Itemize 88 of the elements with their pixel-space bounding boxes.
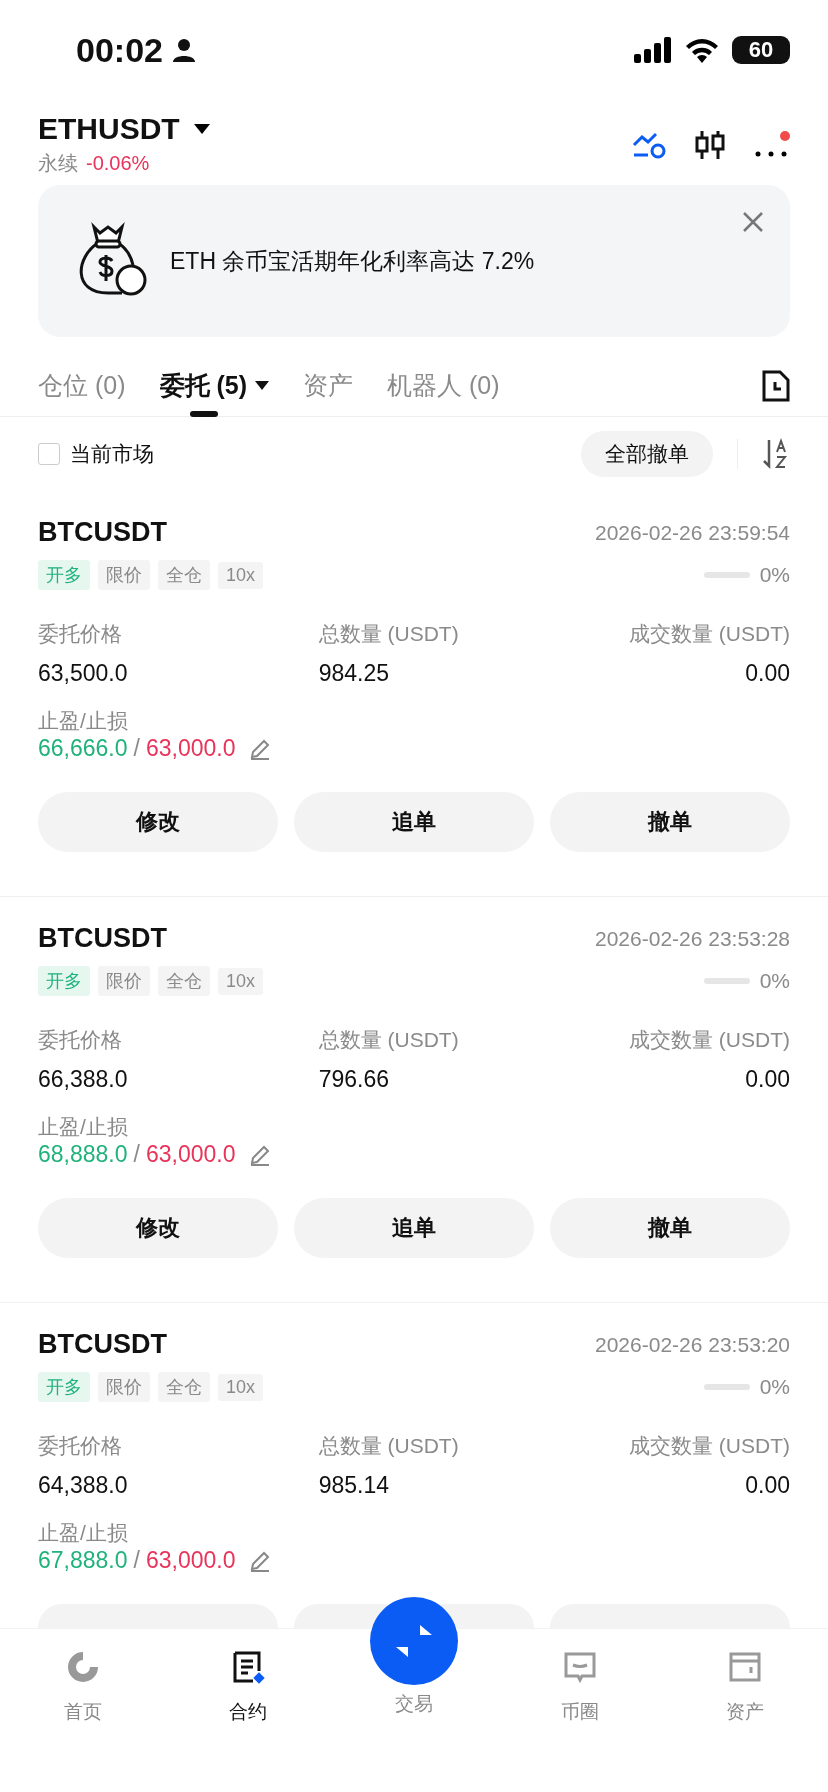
order-symbol: BTCUSDT xyxy=(38,517,167,548)
more-icon[interactable] xyxy=(755,151,787,156)
order-time: 2026-02-26 23:59:54 xyxy=(595,520,790,545)
take-profit-value: 66,666.0 xyxy=(38,735,128,762)
order-tag: 开多 xyxy=(38,966,90,996)
close-icon[interactable] xyxy=(742,211,764,233)
order-tag: 限价 xyxy=(98,560,150,590)
field-value: 0.00 xyxy=(744,660,790,687)
field-label: 成交数量 (USDT) xyxy=(628,1433,790,1459)
promo-text: ETH 余币宝活期年化利率高达 7.2% xyxy=(170,246,535,276)
trend-icon[interactable] xyxy=(632,130,666,159)
field-value: 796.66 xyxy=(317,1066,390,1093)
order-tag: 10x xyxy=(218,967,264,995)
order-tag: 全仓 xyxy=(158,966,210,996)
order-time: 2026-02-26 23:53:20 xyxy=(595,1332,790,1357)
field-label: 成交数量 (USDT) xyxy=(628,621,790,647)
edit-icon[interactable] xyxy=(249,737,272,760)
field-value: 984.25 xyxy=(317,660,390,687)
status-time: 00:02 xyxy=(76,30,163,70)
field-label: 委托价格 xyxy=(38,1433,123,1459)
progress-text: 0% xyxy=(759,969,790,993)
nav-item[interactable]: 币圈 xyxy=(560,1649,599,1725)
stop-loss-value: 63,000.0 xyxy=(145,735,236,762)
caret-icon[interactable] xyxy=(193,124,210,134)
take-profit-value: 67,888.0 xyxy=(38,1547,128,1574)
wifi-icon xyxy=(684,37,720,63)
order-tag: 10x xyxy=(218,1373,264,1401)
order-tag: 10x xyxy=(218,561,264,589)
field-label: 委托价格 xyxy=(38,1027,123,1053)
signal-icon xyxy=(634,37,672,63)
action-button[interactable]: 修改 xyxy=(38,1198,278,1258)
order-tag: 限价 xyxy=(98,1372,150,1402)
field-value: 64,388.0 xyxy=(38,1472,129,1499)
history-icon[interactable] xyxy=(762,369,790,402)
field-label: 总数量 (USDT) xyxy=(317,1433,460,1459)
order-time: 2026-02-26 23:53:28 xyxy=(595,926,790,951)
cancel-all-button[interactable]: 全部撤单 xyxy=(581,431,713,477)
order-tag: 开多 xyxy=(38,1372,90,1402)
separator: / xyxy=(133,1141,140,1168)
battery-icon: 60 xyxy=(732,36,790,64)
field-label: 总数量 (USDT) xyxy=(317,621,460,647)
edit-icon[interactable] xyxy=(249,1143,272,1166)
progress-text: 0% xyxy=(759,563,790,587)
field-label: 委托价格 xyxy=(38,621,123,647)
field-label: 成交数量 (USDT) xyxy=(628,1027,790,1053)
take-profit-value: 68,888.0 xyxy=(38,1141,128,1168)
order-symbol: BTCUSDT xyxy=(38,1329,167,1360)
field-value: 985.14 xyxy=(317,1472,390,1499)
promo-banner[interactable]: ETH 余币宝活期年化利率高达 7.2% xyxy=(38,185,790,337)
field-label: 总数量 (USDT) xyxy=(317,1027,460,1053)
action-button[interactable]: 追单 xyxy=(294,1198,534,1258)
price-change: -0.06% xyxy=(86,152,150,175)
nav-label[interactable]: 交易 xyxy=(395,1691,433,1717)
action-button[interactable]: 追单 xyxy=(294,792,534,852)
action-button[interactable]: 撤单 xyxy=(550,1198,790,1258)
order-tag: 全仓 xyxy=(158,560,210,590)
edit-icon[interactable] xyxy=(249,1549,272,1572)
symbol-title[interactable]: ETHUSDT xyxy=(38,112,180,146)
tpsl-label: 止盈/止损 xyxy=(38,709,128,732)
tab[interactable]: 资产 xyxy=(303,354,353,417)
swap-icon xyxy=(394,1623,434,1659)
order-tag: 开多 xyxy=(38,560,90,590)
tab-underline xyxy=(190,410,219,417)
action-button[interactable]: 撤单 xyxy=(550,792,790,852)
stop-loss-value: 63,000.0 xyxy=(145,1547,236,1574)
progress-text: 0% xyxy=(759,1375,790,1399)
separator: / xyxy=(133,735,140,762)
field-value: 0.00 xyxy=(744,1066,790,1093)
checkbox[interactable] xyxy=(38,443,60,465)
nav-item[interactable]: 资产 xyxy=(726,1649,765,1725)
nav-item[interactable]: 合约 xyxy=(229,1649,268,1725)
field-value: 63,500.0 xyxy=(38,660,129,687)
stop-loss-value: 63,000.0 xyxy=(145,1141,236,1168)
sort-icon[interactable] xyxy=(762,438,790,470)
order-tag: 全仓 xyxy=(158,1372,210,1402)
field-value: 66,388.0 xyxy=(38,1066,129,1093)
person-icon xyxy=(172,38,195,62)
candlestick-icon[interactable] xyxy=(694,128,726,161)
contract-type: 永续 xyxy=(38,151,78,176)
order-symbol: BTCUSDT xyxy=(38,923,167,954)
tpsl-label: 止盈/止损 xyxy=(38,1115,128,1138)
action-button[interactable]: 修改 xyxy=(38,792,278,852)
tab[interactable]: 委托 (5) xyxy=(159,354,269,417)
checkbox-label: 当前市场 xyxy=(70,441,154,467)
tpsl-label: 止盈/止损 xyxy=(38,1521,128,1544)
field-value: 0.00 xyxy=(744,1472,790,1499)
separator: / xyxy=(133,1547,140,1574)
order-tag: 限价 xyxy=(98,966,150,996)
